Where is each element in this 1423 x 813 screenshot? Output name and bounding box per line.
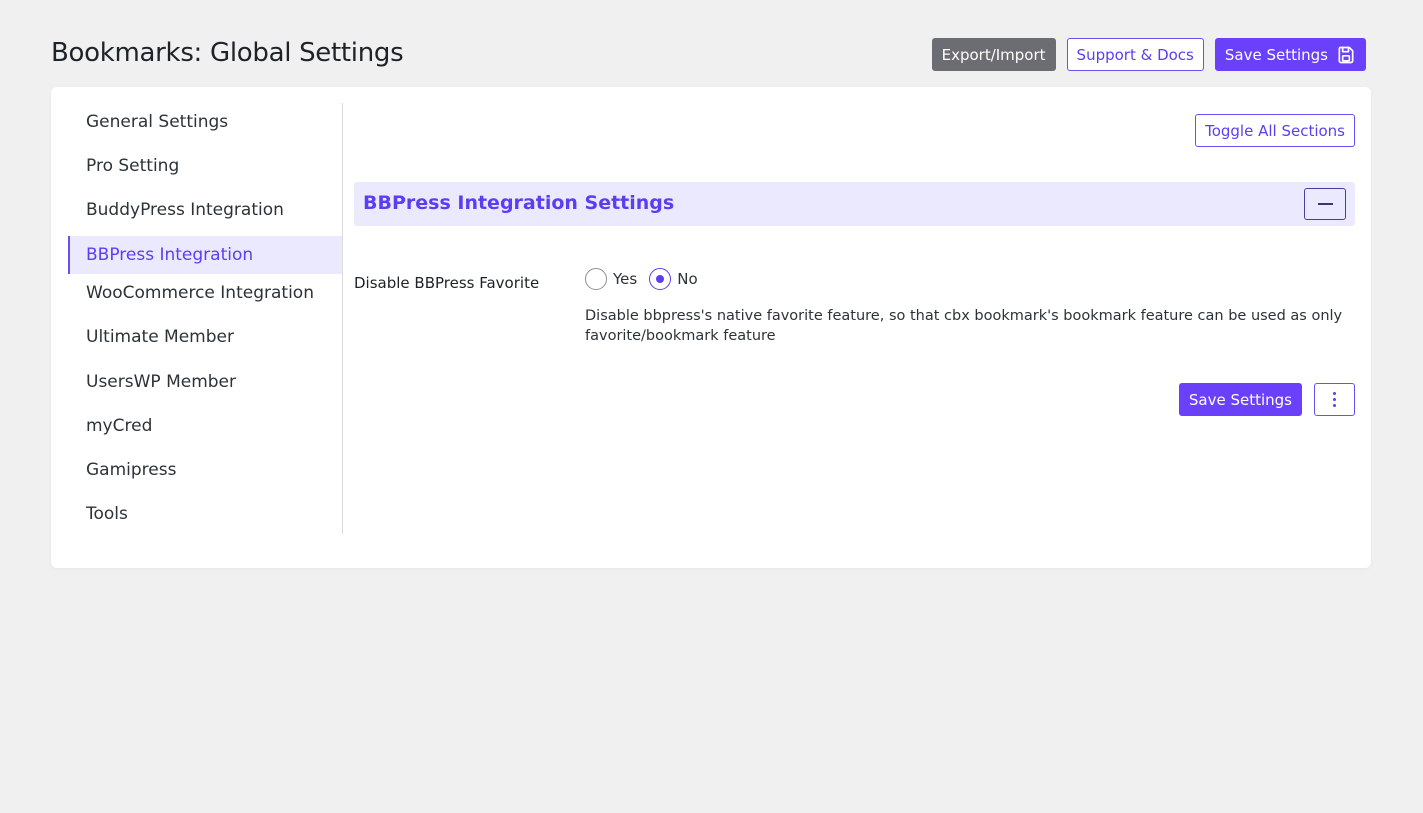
settings-main: Toggle All Sections BBPress Integration …	[354, 103, 1355, 534]
radio-option-yes[interactable]: Yes	[585, 268, 637, 290]
footer-save-settings-button[interactable]: Save Settings	[1178, 383, 1302, 416]
sidebar-item-woocommerce-integration[interactable]: WooCommerce Integration	[68, 274, 342, 312]
page-title: Bookmarks: Global Settings	[51, 38, 404, 68]
radio-yes[interactable]	[585, 268, 607, 290]
section-header[interactable]: BBPress Integration Settings	[354, 182, 1355, 226]
settings-sidebar: General Settings Pro Setting BuddyPress …	[68, 103, 343, 534]
collapse-section-button[interactable]	[1304, 188, 1346, 220]
settings-card: General Settings Pro Setting BuddyPress …	[51, 87, 1371, 568]
save-settings-button[interactable]: Save Settings	[1214, 38, 1366, 71]
toggle-all-sections-button[interactable]: Toggle All Sections	[1195, 114, 1355, 147]
sidebar-item-buddypress-integration[interactable]: BuddyPress Integration	[68, 191, 342, 229]
kebab-menu-icon	[1333, 392, 1336, 395]
radio-yes-label: Yes	[613, 270, 638, 288]
sidebar-item-tools[interactable]: Tools	[68, 495, 342, 533]
sidebar-item-general-settings[interactable]: General Settings	[68, 103, 342, 141]
more-options-button[interactable]	[1314, 383, 1355, 416]
disable-bbpress-favorite-label: Disable BBPress Favorite	[354, 274, 540, 292]
header-actions: Export/Import Support & Docs Save Settin…	[931, 38, 1366, 71]
field-description: Disable bbpress's native favorite featur…	[585, 308, 1343, 344]
radio-option-no[interactable]: No	[649, 268, 698, 290]
sidebar-item-ultimate-member[interactable]: Ultimate Member	[68, 318, 342, 356]
section-title: BBPress Integration Settings	[363, 192, 675, 214]
disable-bbpress-favorite-radio-group: Yes No	[585, 268, 710, 290]
radio-no[interactable]	[649, 268, 672, 290]
page-header: Bookmarks: Global Settings Export/Import…	[51, 36, 1366, 72]
sidebar-item-bbpress-integration[interactable]: BBPress Integration	[68, 236, 342, 274]
sidebar-item-mycred[interactable]: myCred	[68, 407, 342, 445]
export-import-button[interactable]: Export/Import	[931, 38, 1056, 71]
minus-icon	[1318, 203, 1333, 205]
sidebar-item-pro-setting[interactable]: Pro Setting	[68, 147, 342, 185]
support-docs-button[interactable]: Support & Docs	[1066, 38, 1204, 71]
footer-actions: Save Settings	[1178, 383, 1355, 416]
floppy-disk-icon	[1338, 46, 1354, 63]
save-settings-label: Save Settings	[1224, 45, 1328, 64]
sidebar-item-userswp-member[interactable]: UsersWP Member	[68, 363, 342, 401]
sidebar-item-gamipress[interactable]: Gamipress	[68, 451, 342, 489]
radio-no-label: No	[677, 270, 698, 288]
